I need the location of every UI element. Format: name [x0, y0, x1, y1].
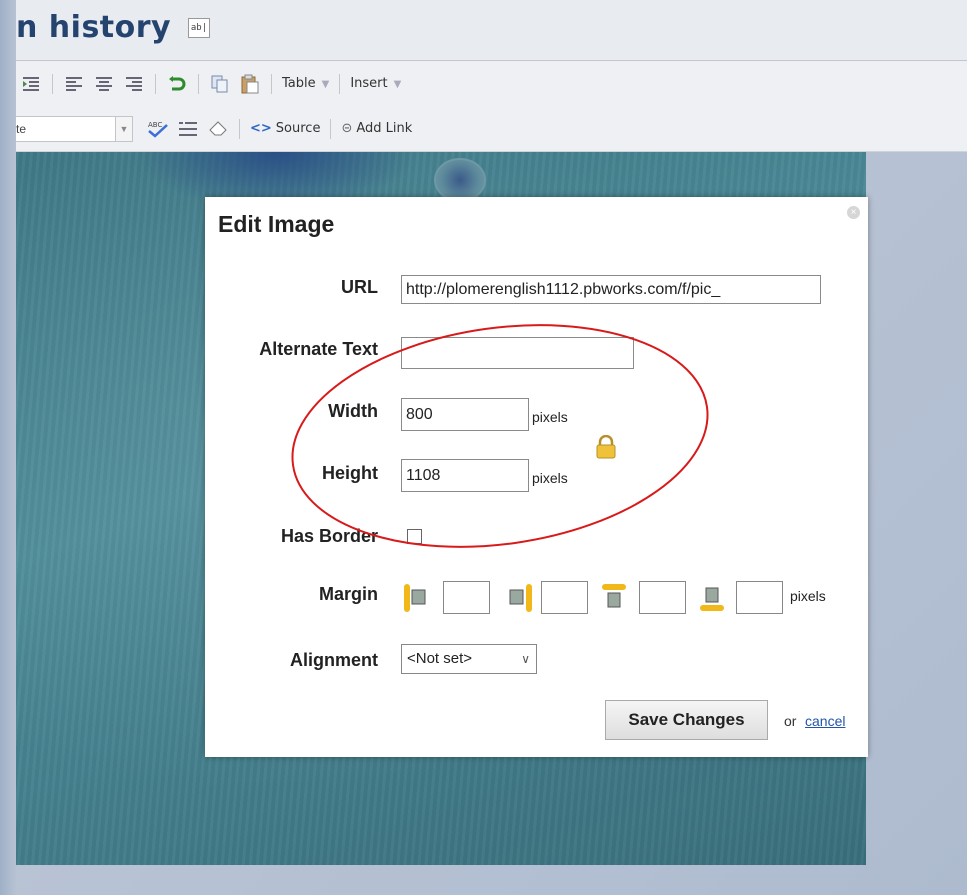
- source-button[interactable]: <> Source: [250, 121, 320, 136]
- align-right-icon[interactable]: [123, 71, 145, 97]
- toolbar-separator: [52, 73, 53, 94]
- edit-image-dialog: Edit Image × URL http://plomerenglish111…: [205, 197, 868, 757]
- margin-left-input[interactable]: [443, 581, 490, 614]
- dialog-title: Edit Image: [218, 211, 335, 237]
- toolbar-separator: [198, 73, 199, 94]
- margin-bottom-icon: [700, 587, 724, 611]
- chevron-down-icon: ▼: [393, 79, 402, 90]
- toolbar-separator: [330, 118, 332, 139]
- has-border-checkbox[interactable]: [407, 529, 422, 544]
- has-border-label: Has Border: [280, 526, 378, 546]
- svg-text:ABC: ABC: [148, 121, 162, 129]
- alignment-select-value: <Not set>: [407, 650, 473, 667]
- width-label: Width: [328, 401, 378, 421]
- aspect-lock-icon[interactable]: [595, 435, 617, 459]
- toolbar-separator: [239, 118, 240, 139]
- page-title[interactable]: n history: [16, 10, 171, 45]
- add-link-button[interactable]: ⊝ Add Link: [341, 121, 412, 136]
- rename-title-icon[interactable]: ab|: [188, 18, 210, 38]
- indent-icon[interactable]: [20, 71, 42, 97]
- margin-top-icon: [602, 584, 626, 608]
- undo-icon[interactable]: [166, 71, 188, 97]
- margin-label: Margin: [318, 584, 378, 604]
- style-select-value: te: [16, 121, 27, 136]
- margin-unit: pixels: [790, 588, 826, 604]
- editor-toolbar-row1: Table ▼ Insert ▼: [16, 61, 967, 107]
- left-edge: [0, 0, 16, 895]
- spellcheck-icon[interactable]: ABC: [147, 116, 169, 142]
- chevron-down-icon: ∨: [521, 652, 530, 666]
- height-unit: pixels: [532, 470, 568, 486]
- height-label: Height: [322, 463, 378, 483]
- alignment-label: Alignment: [290, 650, 378, 670]
- list-icon[interactable]: [177, 116, 199, 142]
- url-label: URL: [341, 277, 378, 297]
- close-icon[interactable]: ×: [847, 206, 860, 219]
- align-left-icon[interactable]: [63, 71, 85, 97]
- toolbar-separator: [271, 73, 272, 94]
- margin-right-input[interactable]: [541, 581, 588, 614]
- or-text: or: [784, 713, 797, 729]
- margin-left-icon: [404, 584, 426, 612]
- style-select[interactable]: te ▼: [16, 115, 133, 142]
- chevron-down-icon: ▼: [321, 79, 330, 90]
- toolbar-separator: [339, 73, 341, 94]
- editor-toolbar-row2: te ▼ ABC <> Source ⊝ Add Link: [16, 106, 967, 152]
- width-input[interactable]: 800: [401, 398, 529, 431]
- code-icon: <>: [250, 121, 272, 136]
- width-unit: pixels: [532, 409, 568, 425]
- save-changes-button[interactable]: Save Changes: [605, 700, 768, 740]
- link-icon: ⊝: [341, 121, 353, 136]
- title-bar: n history ab|: [16, 0, 967, 61]
- url-input[interactable]: http://plomerenglish1112.pbworks.com/f/p…: [401, 275, 821, 304]
- toolbar-separator: [155, 73, 156, 94]
- paste-icon[interactable]: [239, 71, 261, 97]
- table-menu[interactable]: Table ▼: [282, 76, 329, 91]
- margin-top-input[interactable]: [639, 581, 686, 614]
- insert-menu[interactable]: Insert ▼: [350, 76, 401, 91]
- chevron-down-icon: ▼: [115, 116, 132, 141]
- cancel-link[interactable]: cancel: [805, 713, 845, 729]
- alt-text-label: Alternate Text: [259, 339, 378, 359]
- alt-text-input[interactable]: [401, 337, 634, 369]
- height-input[interactable]: 1108: [401, 459, 529, 492]
- align-center-icon[interactable]: [93, 71, 115, 97]
- margin-bottom-input[interactable]: [736, 581, 783, 614]
- alignment-select[interactable]: <Not set> ∨: [401, 644, 537, 674]
- editor-page: n history ab| Table ▼ Insert ▼ te ▼ ABC …: [0, 0, 967, 895]
- brooch-detail: [434, 158, 486, 202]
- eraser-icon[interactable]: [207, 116, 229, 142]
- margin-right-icon: [509, 584, 532, 612]
- copy-icon[interactable]: [209, 71, 231, 97]
